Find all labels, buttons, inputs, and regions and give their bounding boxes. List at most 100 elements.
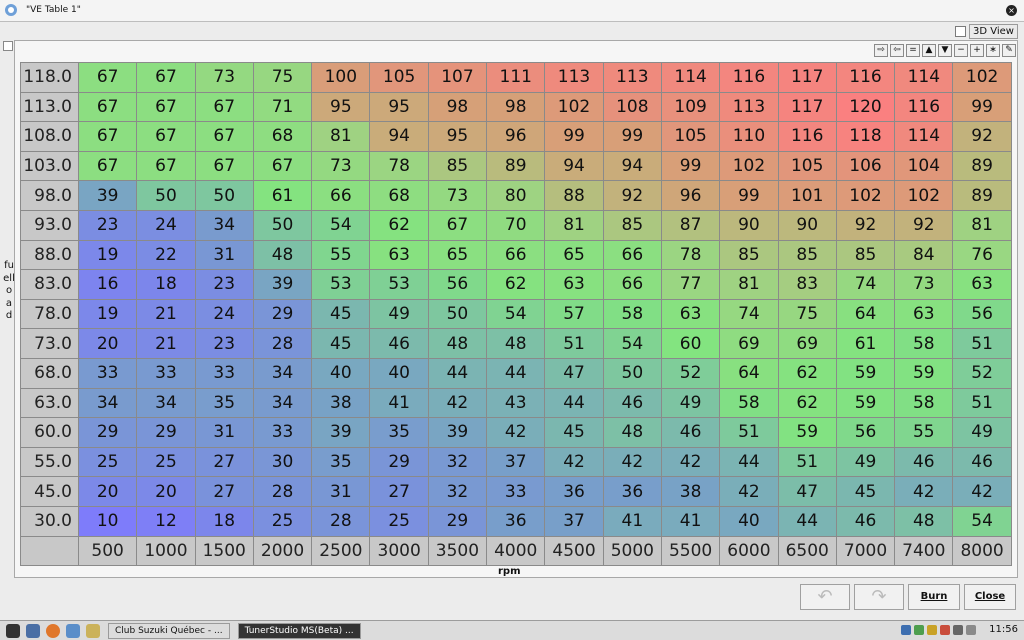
table-cell[interactable]: 34 [137, 388, 196, 419]
column-header[interactable]: 6000 [720, 536, 779, 566]
table-cell[interactable]: 113 [720, 92, 779, 123]
table-cell[interactable]: 67 [79, 92, 138, 123]
table-cell[interactable]: 21 [137, 329, 196, 359]
table-cell[interactable]: 50 [253, 210, 313, 241]
table-cell[interactable]: 36 [487, 506, 546, 537]
table-cell[interactable]: 39 [312, 418, 371, 448]
table-cell[interactable]: 89 [487, 151, 546, 182]
table-cell[interactable]: 30 [253, 447, 313, 478]
table-cell[interactable]: 92 [895, 210, 954, 241]
column-header[interactable]: 3000 [370, 536, 429, 566]
table-cell[interactable]: 96 [487, 122, 546, 152]
table-cell[interactable]: 51 [778, 447, 837, 478]
table-cell[interactable]: 66 [312, 181, 371, 211]
table-cell[interactable]: 114 [895, 63, 954, 93]
table-cell[interactable]: 108 [603, 92, 662, 123]
table-cell[interactable]: 81 [720, 270, 779, 300]
alert-icon[interactable] [940, 624, 951, 635]
table-cell[interactable]: 22 [137, 240, 196, 271]
table-cell[interactable]: 66 [487, 240, 546, 271]
table-cell[interactable]: 41 [370, 388, 429, 419]
table-cell[interactable]: 40 [312, 358, 371, 389]
table-cell[interactable]: 31 [312, 477, 371, 507]
table-cell[interactable]: 67 [137, 92, 196, 123]
table-cell[interactable]: 39 [253, 270, 313, 300]
table-cell[interactable]: 49 [836, 447, 896, 478]
table-cell[interactable]: 42 [603, 447, 662, 478]
table-cell[interactable]: 59 [778, 418, 837, 448]
shift-right-button[interactable]: ⇨ [874, 44, 888, 57]
table-cell[interactable]: 78 [661, 240, 721, 271]
table-cell[interactable]: 105 [778, 151, 837, 182]
table-cell[interactable]: 40 [370, 358, 429, 389]
table-cell[interactable]: 67 [79, 63, 138, 93]
table-cell[interactable]: 77 [661, 270, 721, 300]
burn-button[interactable]: Burn [908, 584, 960, 610]
table-cell[interactable]: 99 [603, 122, 662, 152]
table-cell[interactable]: 118 [836, 122, 896, 152]
table-cell[interactable]: 94 [370, 122, 429, 152]
table-cell[interactable]: 25 [79, 447, 138, 478]
table-cell[interactable]: 58 [603, 299, 662, 330]
row-header[interactable]: 113.0 [21, 92, 79, 123]
table-cell[interactable]: 50 [195, 181, 254, 211]
row-header[interactable]: 30.0 [21, 506, 79, 537]
battery-icon[interactable] [966, 624, 977, 635]
table-cell[interactable]: 56 [836, 418, 896, 448]
row-header[interactable]: 93.0 [21, 210, 79, 241]
table-cell[interactable]: 47 [545, 358, 604, 389]
table-cell[interactable]: 29 [137, 418, 196, 448]
table-cell[interactable]: 52 [661, 358, 721, 389]
table-cell[interactable]: 60 [661, 329, 721, 359]
table-cell[interactable]: 61 [836, 329, 896, 359]
update-icon[interactable] [914, 624, 925, 635]
table-cell[interactable]: 75 [253, 63, 313, 93]
table-cell[interactable]: 73 [428, 181, 488, 211]
table-cell[interactable]: 46 [661, 418, 721, 448]
table-cell[interactable]: 74 [720, 299, 779, 330]
table-cell[interactable]: 78 [370, 151, 429, 182]
row-header[interactable]: 83.0 [21, 270, 79, 300]
table-cell[interactable]: 33 [253, 418, 313, 448]
table-cell[interactable]: 29 [79, 418, 138, 448]
table-cell[interactable]: 33 [137, 358, 196, 389]
table-cell[interactable]: 98 [428, 92, 488, 123]
table-cell[interactable]: 116 [778, 122, 837, 152]
table-cell[interactable]: 95 [428, 122, 488, 152]
table-cell[interactable]: 24 [195, 299, 254, 330]
desktop-icon[interactable] [26, 623, 40, 638]
table-cell[interactable]: 55 [312, 240, 371, 271]
notes-icon[interactable] [3, 41, 13, 51]
pencil-icon[interactable]: ✎ [1002, 44, 1016, 57]
table-cell[interactable]: 23 [195, 329, 254, 359]
increase-button[interactable]: ▲ [922, 44, 936, 57]
table-cell[interactable]: 73 [195, 63, 254, 93]
column-header[interactable]: 2000 [253, 536, 313, 566]
table-cell[interactable]: 102 [895, 181, 954, 211]
table-cell[interactable]: 76 [953, 240, 1012, 271]
table-cell[interactable]: 36 [545, 477, 604, 507]
table-cell[interactable]: 68 [253, 122, 313, 152]
table-cell[interactable]: 99 [545, 122, 604, 152]
table-cell[interactable]: 28 [253, 329, 313, 359]
table-cell[interactable]: 19 [79, 299, 138, 330]
table-cell[interactable]: 89 [953, 181, 1012, 211]
table-cell[interactable]: 120 [836, 92, 896, 123]
table-cell[interactable]: 16 [79, 270, 138, 300]
table-cell[interactable]: 42 [428, 388, 488, 419]
table-cell[interactable]: 48 [253, 240, 313, 271]
table-cell[interactable]: 109 [661, 92, 721, 123]
table-cell[interactable]: 19 [79, 240, 138, 271]
table-cell[interactable]: 37 [545, 506, 604, 537]
table-cell[interactable]: 67 [428, 210, 488, 241]
table-cell[interactable]: 34 [195, 210, 254, 241]
table-cell[interactable]: 92 [953, 122, 1012, 152]
table-cell[interactable]: 41 [661, 506, 721, 537]
column-header[interactable]: 8000 [953, 536, 1012, 566]
table-cell[interactable]: 50 [137, 181, 196, 211]
table-cell[interactable]: 95 [370, 92, 429, 123]
table-cell[interactable]: 69 [778, 329, 837, 359]
table-cell[interactable]: 42 [545, 447, 604, 478]
table-cell[interactable]: 94 [603, 151, 662, 182]
table-cell[interactable]: 37 [487, 447, 546, 478]
